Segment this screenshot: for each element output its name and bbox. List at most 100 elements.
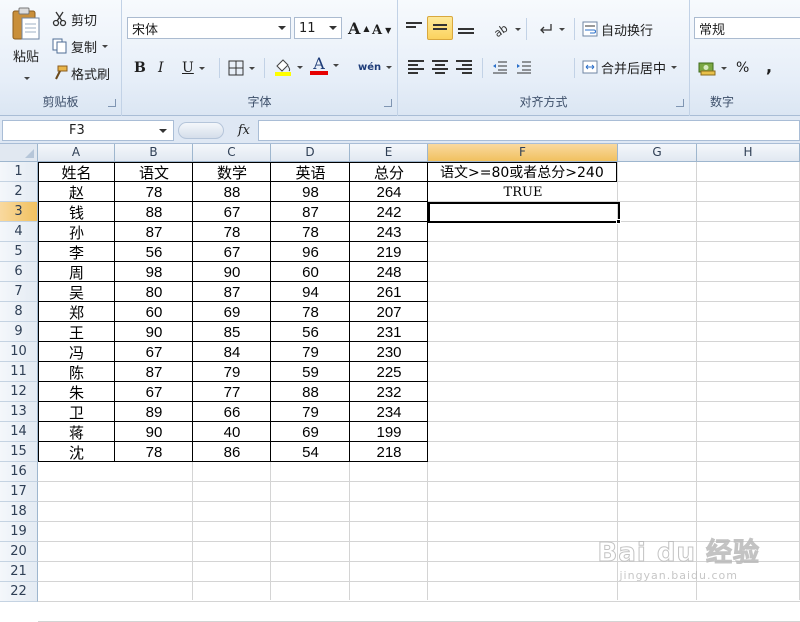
- row-header-6[interactable]: 6: [0, 262, 38, 282]
- column-header-g[interactable]: G: [618, 144, 697, 162]
- row-header-8[interactable]: 8: [0, 302, 38, 322]
- row-header-14[interactable]: 14: [0, 422, 38, 442]
- align-middle-button[interactable]: [427, 16, 453, 40]
- score-cell[interactable]: 218: [350, 443, 428, 463]
- underline-button[interactable]: U: [182, 57, 205, 79]
- score-cell[interactable]: 60: [115, 303, 193, 323]
- row-header-5[interactable]: 5: [0, 242, 38, 262]
- bold-button[interactable]: B: [134, 57, 146, 79]
- name-cell[interactable]: 蒋: [38, 423, 115, 443]
- score-cell[interactable]: 56: [115, 243, 193, 263]
- score-cell[interactable]: 79: [271, 403, 350, 423]
- score-cell[interactable]: 242: [350, 203, 428, 223]
- row-header-16[interactable]: 16: [0, 462, 38, 482]
- text-direction-button[interactable]: [538, 18, 565, 40]
- score-cell[interactable]: 94: [271, 283, 350, 303]
- align-center-button[interactable]: [432, 58, 448, 76]
- header-cell[interactable]: 总分: [350, 163, 428, 183]
- paste-button[interactable]: 粘贴: [6, 6, 46, 86]
- fill-color-button[interactable]: [274, 56, 303, 78]
- score-cell[interactable]: 67: [193, 243, 271, 263]
- header-cell[interactable]: 英语: [271, 163, 350, 183]
- score-cell[interactable]: 98: [115, 263, 193, 283]
- row-header-2[interactable]: 2: [0, 182, 38, 202]
- name-cell[interactable]: 赵: [38, 183, 115, 203]
- cell-f1[interactable]: 语文>=80或者总分>240: [428, 163, 618, 183]
- score-cell[interactable]: 69: [271, 423, 350, 443]
- score-cell[interactable]: 78: [271, 303, 350, 323]
- score-cell[interactable]: 261: [350, 283, 428, 303]
- score-cell[interactable]: 248: [350, 263, 428, 283]
- score-cell[interactable]: 56: [271, 323, 350, 343]
- score-cell[interactable]: 90: [115, 423, 193, 443]
- score-cell[interactable]: 66: [193, 403, 271, 423]
- select-all-corner[interactable]: [0, 144, 38, 162]
- score-cell[interactable]: 80: [115, 283, 193, 303]
- row-header-4[interactable]: 4: [0, 222, 38, 242]
- score-cell[interactable]: 207: [350, 303, 428, 323]
- score-cell[interactable]: 89: [115, 403, 193, 423]
- row-header-12[interactable]: 12: [0, 382, 38, 402]
- align-left-button[interactable]: [408, 58, 424, 76]
- score-cell[interactable]: 98: [271, 183, 350, 203]
- score-cell[interactable]: 199: [350, 423, 428, 443]
- column-header-e[interactable]: E: [350, 144, 428, 162]
- column-header-a[interactable]: A: [38, 144, 115, 162]
- italic-button[interactable]: I: [158, 57, 164, 79]
- score-cell[interactable]: 230: [350, 343, 428, 363]
- header-cell[interactable]: 数学: [193, 163, 271, 183]
- score-cell[interactable]: 84: [193, 343, 271, 363]
- name-cell[interactable]: 吴: [38, 283, 115, 303]
- cut-button[interactable]: 剪切: [52, 8, 97, 30]
- score-cell[interactable]: 79: [193, 363, 271, 383]
- score-cell[interactable]: 60: [271, 263, 350, 283]
- name-cell[interactable]: 陈: [38, 363, 115, 383]
- wrap-text-button[interactable]: 自动换行: [582, 18, 653, 40]
- name-cell[interactable]: 王: [38, 323, 115, 343]
- name-cell[interactable]: 冯: [38, 343, 115, 363]
- fill-handle[interactable]: [616, 219, 621, 224]
- score-cell[interactable]: 67: [193, 203, 271, 223]
- font-color-button[interactable]: A: [310, 54, 339, 76]
- row-header-19[interactable]: 19: [0, 522, 38, 542]
- score-cell[interactable]: 78: [115, 443, 193, 463]
- active-cell-selection[interactable]: [428, 202, 620, 223]
- column-header-c[interactable]: C: [193, 144, 271, 162]
- column-header-d[interactable]: D: [271, 144, 350, 162]
- formula-input[interactable]: [258, 120, 800, 141]
- score-cell[interactable]: 78: [115, 183, 193, 203]
- score-cell[interactable]: 87: [115, 363, 193, 383]
- score-cell[interactable]: 78: [271, 223, 350, 243]
- score-cell[interactable]: 54: [271, 443, 350, 463]
- row-header-13[interactable]: 13: [0, 402, 38, 422]
- copy-button[interactable]: 复制: [52, 35, 109, 57]
- score-cell[interactable]: 232: [350, 383, 428, 403]
- name-cell[interactable]: 周: [38, 263, 115, 283]
- name-cell[interactable]: 李: [38, 243, 115, 263]
- score-cell[interactable]: 79: [271, 343, 350, 363]
- score-cell[interactable]: 96: [271, 243, 350, 263]
- grow-font-button[interactable]: A ▲: [348, 17, 370, 39]
- header-cell[interactable]: 语文: [115, 163, 193, 183]
- score-cell[interactable]: 231: [350, 323, 428, 343]
- align-right-button[interactable]: [456, 58, 472, 76]
- merge-center-button[interactable]: 合并后居中: [582, 56, 678, 78]
- score-cell[interactable]: 69: [193, 303, 271, 323]
- header-cell[interactable]: 姓名: [38, 163, 115, 183]
- row-header-7[interactable]: 7: [0, 282, 38, 302]
- name-cell[interactable]: 朱: [38, 383, 115, 403]
- row-header-1[interactable]: 1: [0, 162, 38, 182]
- percent-button[interactable]: %: [736, 57, 749, 79]
- font-size-combo[interactable]: 11: [294, 17, 342, 39]
- score-cell[interactable]: 87: [271, 203, 350, 223]
- score-cell[interactable]: 225: [350, 363, 428, 383]
- name-cell[interactable]: 郑: [38, 303, 115, 323]
- score-cell[interactable]: 59: [271, 363, 350, 383]
- score-cell[interactable]: 67: [115, 383, 193, 403]
- score-cell[interactable]: 77: [193, 383, 271, 403]
- column-header-h[interactable]: H: [697, 144, 800, 162]
- score-cell[interactable]: 85: [193, 323, 271, 343]
- score-cell[interactable]: 67: [115, 343, 193, 363]
- cell-f2[interactable]: TRUE: [428, 183, 618, 203]
- font-name-combo[interactable]: 宋体: [127, 17, 291, 39]
